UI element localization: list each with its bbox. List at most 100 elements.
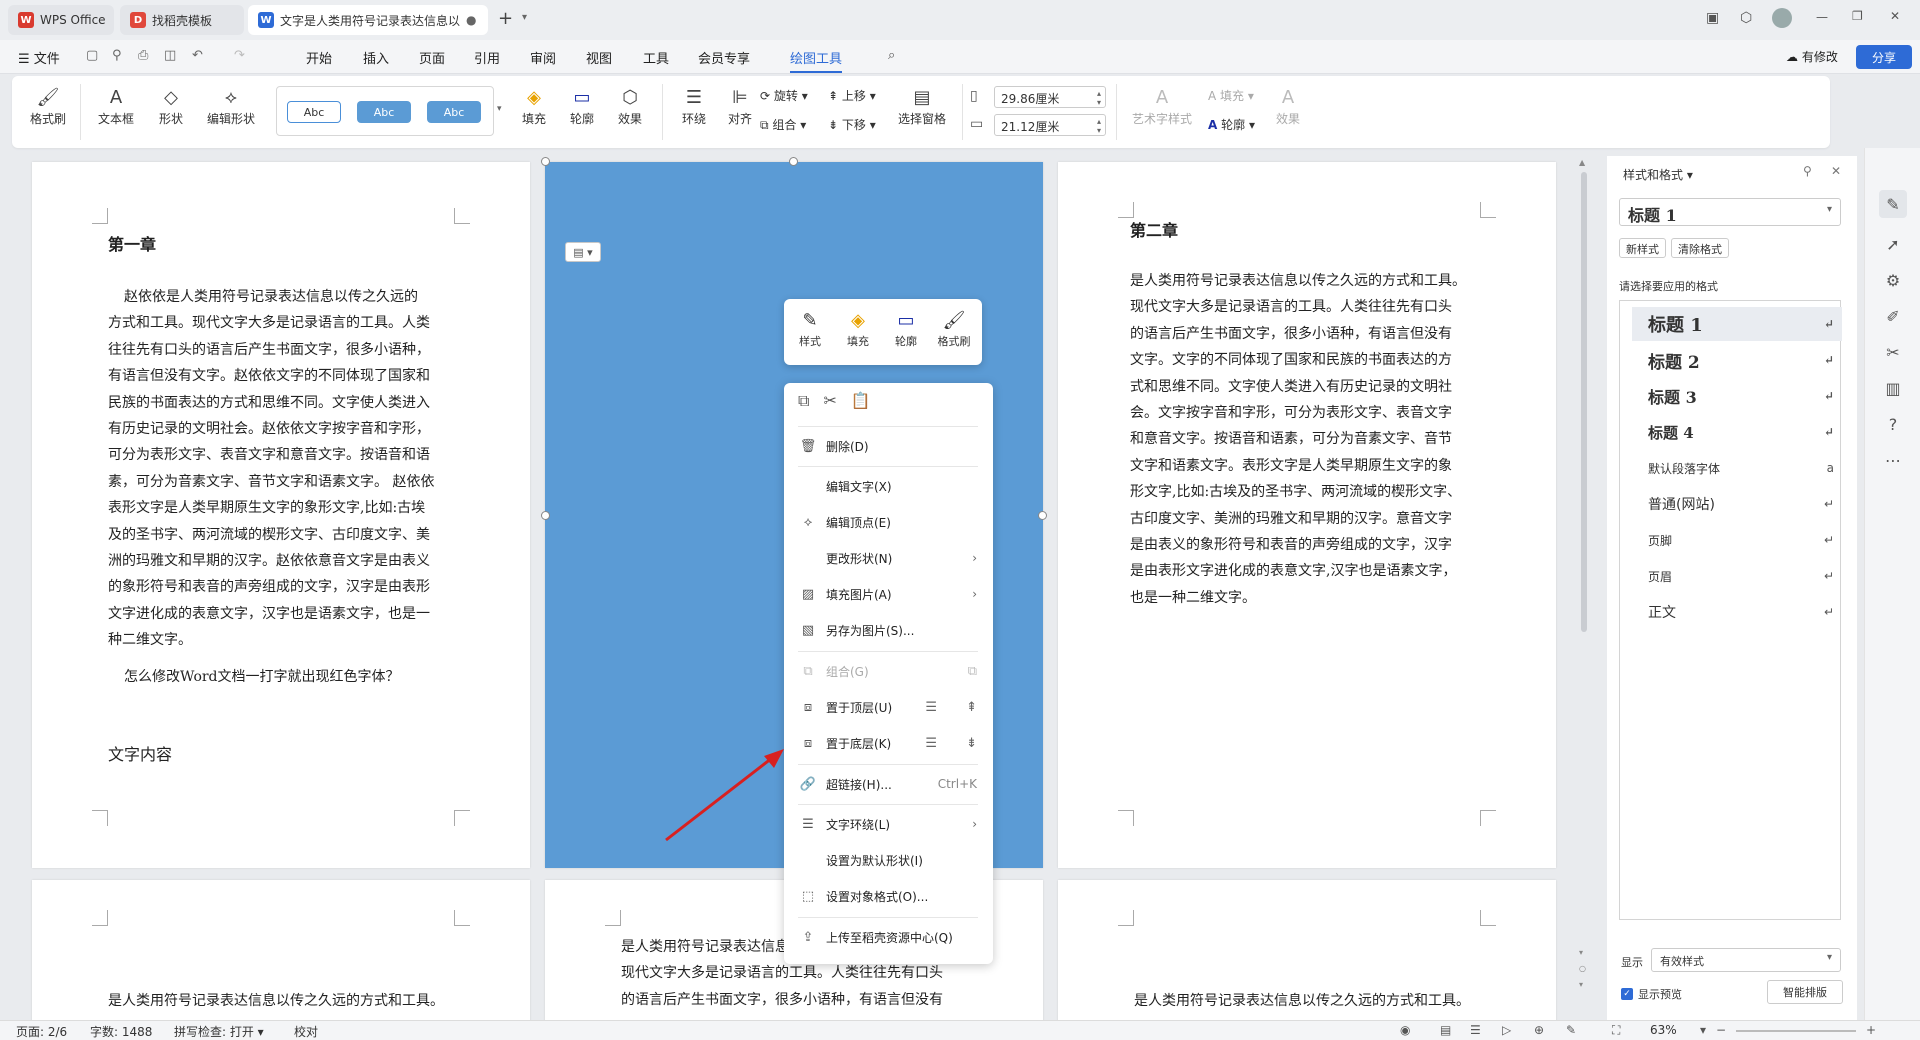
file-menu[interactable]: ☰ 文件 — [18, 48, 60, 67]
tab-template[interactable]: D 找稻壳模板 — [120, 5, 244, 35]
zoom-out-icon[interactable]: − — [1716, 1023, 1726, 1037]
paste-icon[interactable]: 📋 — [851, 391, 871, 411]
menu-home[interactable]: 开始 — [306, 48, 332, 67]
browse-object-icon[interactable]: ○ — [1579, 964, 1586, 973]
menu-send-to-back[interactable]: ⧈ 置于底层(K) ☰ ⇟ — [784, 729, 993, 757]
shape-button[interactable]: ◇ 形状 — [148, 84, 194, 127]
art-style-button[interactable]: A 艺术字样式 — [1124, 84, 1200, 127]
style-sample-1[interactable]: Abc — [287, 101, 341, 123]
share-link-icon[interactable]: ⚲ — [112, 48, 122, 63]
page-indicator[interactable]: 页面: 2/6 — [16, 1023, 67, 1040]
scroll-up-icon[interactable]: ▲ — [1579, 158, 1585, 167]
menu-hyperlink[interactable]: 🔗 超链接(H)... Ctrl+K — [784, 770, 993, 798]
page-6[interactable]: 是人类用符号记录表达信息以传之久远的方式和工具。 — [1058, 880, 1556, 1020]
edit-shape-button[interactable]: ⟡ 编辑形状 — [198, 84, 264, 127]
smart-layout-button[interactable]: 智能排版 — [1767, 980, 1843, 1004]
menu-format-object[interactable]: ⬚ 设置对象格式(O)... — [784, 882, 993, 910]
mini-fill-button[interactable]: ◈ 填充 — [836, 307, 880, 349]
outline-view-icon[interactable]: ☰ — [1470, 1023, 1481, 1037]
close-window-button[interactable]: ✕ — [1890, 9, 1900, 23]
maximize-button[interactable]: ❐ — [1852, 9, 1863, 23]
new-tab-button[interactable]: + — [498, 8, 513, 29]
page-4[interactable]: 是人类用符号记录表达信息以传之久远的方式和工具。 — [32, 880, 530, 1020]
cube-icon[interactable]: ⬡ — [1740, 10, 1752, 26]
mini-outline-button[interactable]: ▭ 轮廓 — [884, 307, 928, 349]
send-backward-button[interactable]: ⇟ 下移 ▾ — [828, 116, 876, 133]
preview-toggle[interactable]: ✓ 显示预览 — [1621, 986, 1682, 1002]
style-heading-4[interactable]: 标题 4 ↵ — [1632, 415, 1842, 449]
new-style-button[interactable]: 新样式 — [1619, 238, 1666, 258]
tools-icon[interactable]: ✂ — [1879, 338, 1907, 366]
menu-view[interactable]: 视图 — [586, 48, 612, 67]
fit-page-icon[interactable]: ⛶ — [1612, 1023, 1620, 1038]
layout-options-button[interactable]: ▤ ▾ — [565, 242, 601, 262]
more-icon[interactable]: ⋯ — [1879, 446, 1907, 474]
next-page-icon[interactable]: ▾ — [1579, 980, 1583, 989]
text-effect-button[interactable]: A 效果 — [1266, 84, 1310, 127]
vertical-scrollbar[interactable]: ▲ ▾ ○ ▾ — [1575, 156, 1593, 1020]
height-input[interactable]: 21.12厘米 ▴ ▾ — [994, 114, 1106, 136]
book-icon[interactable]: ▥ — [1879, 374, 1907, 402]
save-icon[interactable]: ▢ — [86, 48, 98, 63]
unsaved-dot-icon[interactable]: ● — [466, 13, 476, 27]
undo-icon[interactable]: ↶ — [192, 48, 203, 63]
menu-save-as-picture[interactable]: ▧ 另存为图片(S)... — [784, 616, 993, 644]
pin-icon[interactable]: ⚲ — [1803, 164, 1812, 178]
avatar[interactable] — [1772, 8, 1792, 28]
scroll-thumb[interactable] — [1581, 172, 1587, 632]
proofread-button[interactable]: 校对 — [294, 1023, 318, 1040]
web-view-icon[interactable]: ⊕ — [1534, 1023, 1544, 1037]
properties-icon[interactable]: ⚙ — [1879, 266, 1907, 294]
menu-page[interactable]: 页面 — [419, 48, 445, 67]
menu-bring-to-front[interactable]: ⧈ 置于顶层(U) ☰ ⇞ — [784, 693, 993, 721]
menu-edit-points[interactable]: ⟡ 编辑顶点(E) — [784, 508, 993, 536]
menu-upload[interactable]: ⇪ 上传至稻壳资源中心(Q) — [784, 923, 993, 951]
layout-icon[interactable]: ▣ — [1706, 10, 1719, 26]
resize-handle[interactable] — [541, 157, 550, 166]
rotate-button[interactable]: ⟳ 旋转 ▾ — [760, 87, 808, 104]
zoom-level[interactable]: 63% — [1650, 1023, 1677, 1037]
chevron-down-icon[interactable]: ▾ — [522, 12, 527, 23]
style-heading-1[interactable]: 标题 1 ↵ — [1632, 307, 1842, 341]
zoom-dropdown-icon[interactable]: ▾ — [1700, 1023, 1706, 1037]
gallery-more-icon[interactable]: ▾ — [497, 104, 502, 114]
panel-title[interactable]: 样式和格式 ▾ — [1623, 166, 1693, 183]
menu-member[interactable]: 会员专享 — [698, 48, 750, 67]
height-stepper[interactable]: ▴ ▾ — [1097, 117, 1101, 135]
style-body[interactable]: 正文 ↵ — [1632, 595, 1842, 629]
eye-icon[interactable]: ◉ — [1400, 1023, 1410, 1037]
menu-drawing-tools[interactable]: 绘图工具 — [790, 48, 843, 73]
menu-tools[interactable]: 工具 — [643, 48, 669, 67]
textbox-button[interactable]: A 文本框 — [90, 84, 142, 127]
menu-group[interactable]: ⧉ 组合(G) ⧉ — [784, 657, 993, 685]
style-sample-2[interactable]: Abc — [357, 101, 411, 123]
behind-text-icon[interactable]: ☰ — [925, 736, 937, 751]
align-button[interactable]: ⊫ 对齐 — [718, 84, 762, 127]
style-header[interactable]: 页眉 ↵ — [1632, 559, 1842, 593]
share-button[interactable]: 分享 — [1856, 45, 1912, 69]
close-icon[interactable]: ✕ — [1831, 164, 1841, 178]
cut-icon[interactable]: ✂ — [823, 391, 836, 411]
select-icon[interactable]: ➚ — [1879, 230, 1907, 258]
copy-icon[interactable]: ⧉ — [798, 391, 809, 411]
effect-button[interactable]: ⬡ 效果 — [608, 84, 652, 127]
fill-button[interactable]: ◈ 填充 — [512, 84, 556, 127]
mini-painter-button[interactable]: 🖌 格式刷 — [932, 307, 976, 349]
preview-icon[interactable]: ◫ — [164, 48, 176, 63]
spell-check[interactable]: 拼写检查: 打开 ▾ — [174, 1023, 264, 1040]
play-icon[interactable]: ▷ — [1502, 1023, 1511, 1037]
bring-forward-button[interactable]: ⇞ 上移 ▾ — [828, 87, 876, 104]
page-view-icon[interactable]: ▤ — [1440, 1023, 1451, 1037]
page-1[interactable]: 第一章 赵依依是人类用符号记录表达信息以传之久远的 方式和工具。现代文字大多是记… — [32, 162, 530, 868]
prev-page-icon[interactable]: ▾ — [1579, 948, 1583, 957]
style-format-icon[interactable]: ✎ — [1879, 190, 1907, 218]
resize-handle[interactable] — [541, 511, 550, 520]
tab-document[interactable]: W 文字是人类用符号记录表达信息以传之久远的方式和工具 ● — [248, 5, 488, 35]
print-icon[interactable]: ⎙ — [138, 48, 148, 63]
search-icon[interactable]: ⌕ — [888, 48, 895, 63]
zoom-in-icon[interactable]: + — [1866, 1023, 1876, 1037]
style-default-font[interactable]: 默认段落字体 a — [1632, 451, 1842, 485]
changes-button[interactable]: ☁ 有修改 — [1786, 48, 1838, 65]
outline-button[interactable]: ▭ 轮廓 — [560, 84, 604, 127]
menu-delete[interactable]: 🗑 删除(D) — [784, 432, 993, 460]
